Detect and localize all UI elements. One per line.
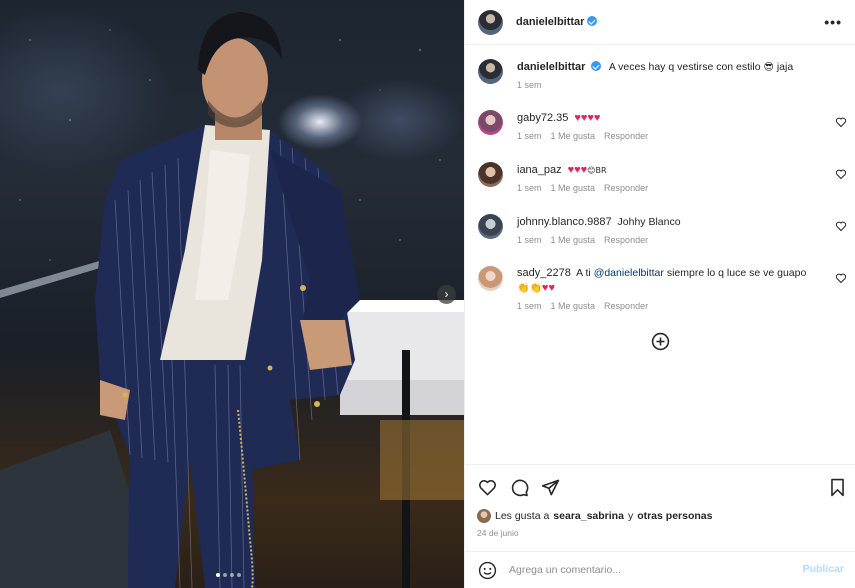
comment-body: Johhy Blanco <box>617 216 681 228</box>
more-options-icon[interactable]: ••• <box>824 14 842 30</box>
likes-summary: Les gusta a seara_sabrina y otras person… <box>477 509 712 523</box>
reply-button[interactable]: Responder <box>604 131 648 141</box>
heart-icon[interactable] <box>835 116 847 128</box>
bookmark-icon[interactable] <box>828 478 847 497</box>
heart-icon[interactable] <box>835 168 847 180</box>
verified-icon <box>591 61 602 71</box>
comment-time[interactable]: 1 sem <box>517 235 542 245</box>
comment-body-pre: A ti <box>576 267 591 279</box>
caption-body: A veces hay q vestirse con estilo <box>608 61 761 73</box>
comment-username[interactable]: johnny.blanco.9887 <box>517 216 612 228</box>
comment-likes[interactable]: 1 Me gusta <box>551 301 596 311</box>
post-header: danielelbittar ••• <box>465 0 855 45</box>
post-photo[interactable]: › <box>0 0 464 588</box>
carousel-dot <box>237 573 241 577</box>
publish-button[interactable]: Publicar <box>803 563 844 575</box>
owner-username-row: danielelbittar <box>516 16 598 28</box>
comment-time[interactable]: 1 sem <box>517 131 542 141</box>
likes-user[interactable]: seara_sabrina <box>553 510 624 522</box>
comment-hearts: ♥♥ <box>541 282 555 294</box>
post-date[interactable]: 24 de junio <box>477 528 519 538</box>
comment-hearts: ♥♥♥♥ <box>574 112 601 124</box>
comment-username[interactable]: sady_2278 <box>517 267 571 279</box>
comment-input[interactable] <box>509 562 779 578</box>
comment-likes[interactable]: 1 Me gusta <box>551 183 596 193</box>
liker-avatar[interactable] <box>477 509 491 523</box>
carousel-dot <box>223 573 227 577</box>
likes-prefix: Les gusta a <box>495 510 550 522</box>
comment-mention[interactable]: @danielelbittar <box>594 267 664 279</box>
comment-avatar[interactable] <box>478 162 503 187</box>
comment-username[interactable]: iana_paz <box>517 164 562 176</box>
comment-meta: 1 sem 1 Me gusta Responder <box>517 301 648 311</box>
caption-text: danielelbittar A veces hay q vestirse co… <box>517 60 827 75</box>
comment-meta: 1 sem 1 Me gusta Responder <box>517 131 648 141</box>
comment-avatar[interactable] <box>478 266 503 291</box>
comment-time[interactable]: 1 sem <box>517 301 542 311</box>
comment-username[interactable]: gaby72.35 <box>517 112 568 124</box>
comment-likes[interactable]: 1 Me gusta <box>551 235 596 245</box>
likes-connector: y <box>627 510 634 522</box>
add-comment-bar: Publicar <box>465 551 855 588</box>
owner-username[interactable]: danielelbittar <box>516 16 584 28</box>
emoji-icon[interactable] <box>478 561 497 580</box>
owner-avatar[interactable] <box>478 10 503 35</box>
reply-button[interactable]: Responder <box>604 235 648 245</box>
carousel-dot <box>216 573 220 577</box>
post-panel: danielelbittar ••• danielelbittar A vece… <box>464 0 855 588</box>
reply-button[interactable]: Responder <box>604 301 648 311</box>
likes-others[interactable]: otras personas <box>637 510 712 522</box>
comment-time[interactable]: 1 sem <box>517 183 542 193</box>
carousel-dots <box>216 573 241 577</box>
photo-illustration <box>0 12 464 588</box>
next-arrow-icon[interactable]: › <box>437 285 456 304</box>
comment-text: johnny.blanco.9887 Johhy Blanco <box>517 215 827 230</box>
comment-body-post: siempre lo q luce se ve guapo <box>666 267 807 279</box>
caption-suffix: jaja <box>776 61 794 73</box>
caption-username[interactable]: danielelbittar <box>517 61 585 73</box>
caption-avatar[interactable] <box>478 59 503 84</box>
comment-emoji: 👏👏 <box>517 283 542 294</box>
comment-text: gaby72.35 ♥♥♥♥ <box>517 111 827 126</box>
comment-extra: 😊BR <box>587 166 607 175</box>
comment-text: iana_paz ♥♥♥😊BR <box>517 163 827 178</box>
instagram-post: › danielelbittar ••• danielelbittar A ve… <box>0 0 855 588</box>
comment-text: sady_2278 A ti @danielelbittar siempre l… <box>517 266 827 296</box>
caption-time[interactable]: 1 sem <box>517 80 542 90</box>
load-more-icon[interactable] <box>651 332 670 351</box>
comment-icon[interactable] <box>510 478 529 497</box>
comment-avatar[interactable] <box>478 110 503 135</box>
verified-icon <box>587 16 598 26</box>
heart-icon[interactable] <box>835 272 847 284</box>
caption-meta: 1 sem <box>517 80 542 90</box>
comment-meta: 1 sem 1 Me gusta Responder <box>517 235 648 245</box>
comment-meta: 1 sem 1 Me gusta Responder <box>517 183 648 193</box>
carousel-dot <box>230 573 234 577</box>
comment-avatar[interactable] <box>478 214 503 239</box>
comment-likes[interactable]: 1 Me gusta <box>551 131 596 141</box>
comment-hearts: ♥♥♥ <box>567 164 588 176</box>
heart-icon[interactable] <box>835 220 847 232</box>
reply-button[interactable]: Responder <box>604 183 648 193</box>
heart-icon[interactable] <box>478 478 497 497</box>
share-icon[interactable] <box>541 478 560 497</box>
caption-emoji: 😎 <box>763 62 774 73</box>
